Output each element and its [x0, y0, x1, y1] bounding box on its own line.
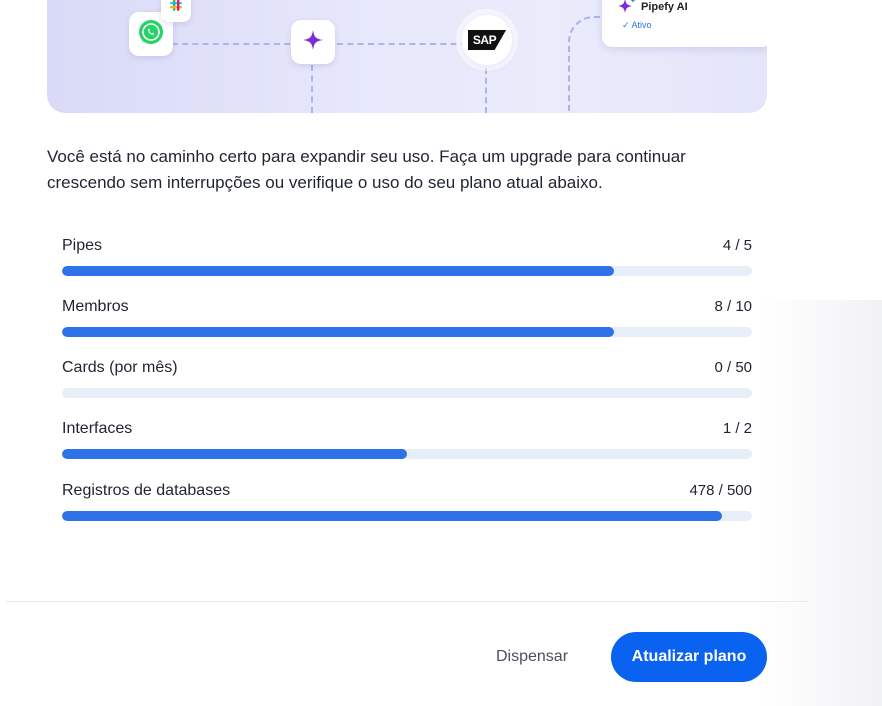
usage-label: Membros	[62, 298, 129, 315]
usage-label: Registros de databases	[62, 482, 231, 499]
ai-card-title: Pipefy AI	[641, 1, 688, 13]
intro-text: Você está no caminho certo para expandir…	[47, 147, 686, 192]
footer-divider	[6, 601, 808, 602]
connector-line	[568, 16, 604, 113]
background-shade	[760, 300, 882, 706]
usage-progress-fill	[62, 266, 614, 276]
usage-label: Interfaces	[62, 420, 133, 437]
usage-progress-fill	[62, 449, 407, 459]
usage-progress-track	[62, 388, 752, 398]
slack-tile	[161, 0, 191, 22]
pipefy-ai-card: Pipefy AI ✓ Ativo	[602, 0, 767, 47]
usage-value: 0 / 50	[714, 359, 752, 376]
usage-value: 478 / 500	[689, 482, 752, 499]
connector-line	[311, 65, 313, 113]
usage-value: 1 / 2	[722, 420, 752, 437]
usage-progress-fill	[62, 511, 722, 521]
usage-row-membros: Membros 8 / 10	[62, 298, 752, 344]
whatsapp-icon	[137, 18, 165, 51]
connector-line	[485, 68, 487, 113]
usage-label: Pipes	[62, 237, 103, 254]
usage-value: 4 / 5	[722, 237, 752, 254]
sap-node: SAP	[462, 15, 512, 65]
usage-value: 8 / 10	[714, 298, 752, 315]
connector-line	[172, 43, 290, 45]
usage-label: Cards (por mês)	[62, 359, 178, 376]
usage-row-databases: Registros de databases 478 / 500	[62, 482, 752, 528]
usage-progress-fill	[62, 327, 614, 337]
slack-icon	[167, 0, 185, 19]
sap-logo: SAP	[467, 30, 507, 50]
usage-progress-track	[62, 327, 752, 337]
connector-line	[337, 43, 467, 45]
sparkle-icon	[301, 28, 325, 57]
usage-progress-track	[62, 511, 752, 521]
usage-progress-track	[62, 266, 752, 276]
upgrade-plan-button[interactable]: Atualizar plano	[611, 632, 767, 682]
dismiss-button[interactable]: Dispensar	[478, 640, 586, 674]
ai-card-status: ✓ Ativo	[622, 20, 652, 30]
usage-progress-track	[62, 449, 752, 459]
usage-row-pipes: Pipes 4 / 5	[62, 237, 752, 283]
usage-row-cards: Cards (por mês) 0 / 50	[62, 359, 752, 405]
usage-row-interfaces: Interfaces 1 / 2	[62, 420, 752, 466]
integrations-illustration: SAP Pipefy AI ✓ Ativo	[47, 0, 767, 113]
pipefy-ai-tile	[291, 20, 335, 64]
